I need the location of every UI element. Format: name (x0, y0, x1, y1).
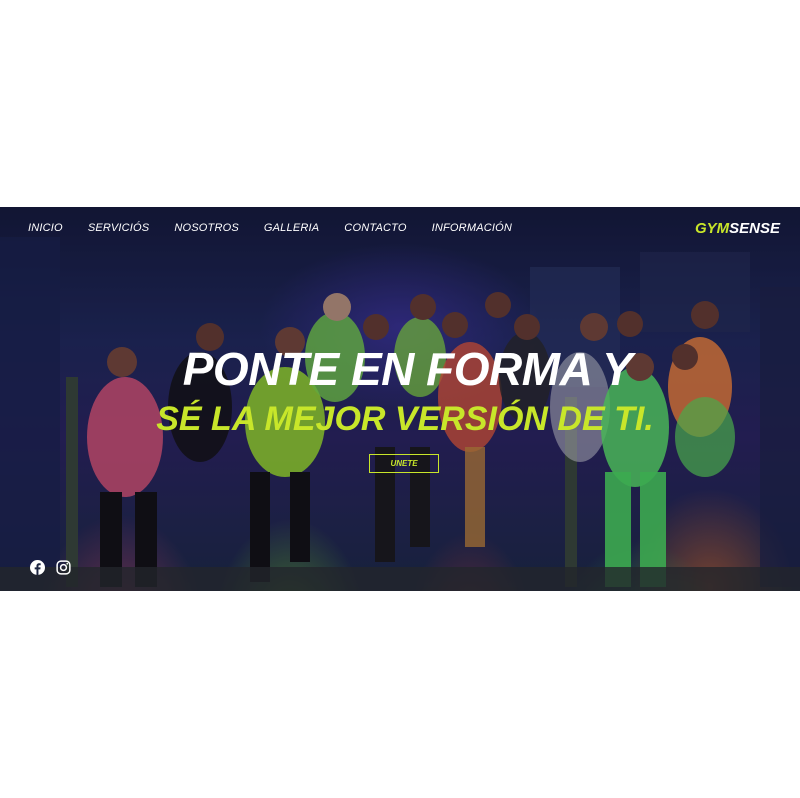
hero-banner: INICIO SERVICIÓS NOSOTROS GALLERIA CONTA… (0, 207, 800, 591)
instagram-icon[interactable] (56, 560, 71, 575)
social-links (30, 560, 71, 575)
nav-item-contacto[interactable]: CONTACTO (344, 222, 406, 234)
facebook-icon[interactable] (30, 560, 45, 575)
logo-part-sense: SENSE (729, 220, 780, 237)
main-navigation: INICIO SERVICIÓS NOSOTROS GALLERIA CONTA… (28, 222, 537, 234)
nav-item-informacion[interactable]: INFORMACIÓN (432, 222, 512, 234)
brand-logo[interactable]: GYMSENSE (695, 220, 780, 237)
hero-subheadline: SÉ LA MEJOR VERSIÓN DE TI. (156, 400, 654, 438)
join-button[interactable]: UNETE (369, 454, 439, 473)
logo-part-gym: GYM (694, 220, 730, 237)
nav-item-nosotros[interactable]: NOSOTROS (174, 222, 239, 234)
hero-headline: PONTE EN FORMA Y (182, 343, 633, 395)
nav-item-servicios[interactable]: SERVICIÓS (88, 222, 150, 234)
nav-item-galleria[interactable]: GALLERIA (264, 222, 319, 234)
hero-overlay (0, 207, 800, 591)
nav-item-inicio[interactable]: INICIO (28, 222, 63, 234)
